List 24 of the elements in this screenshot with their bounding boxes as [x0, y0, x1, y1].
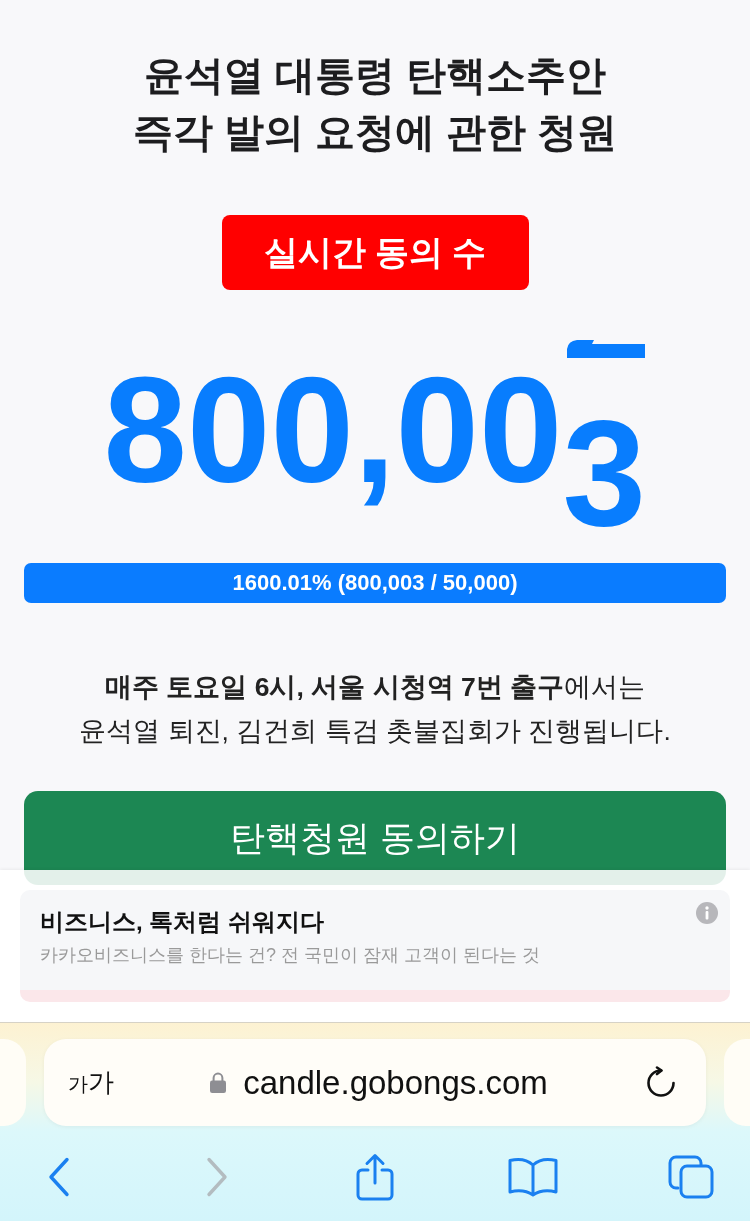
agreement-count: 800,00 [103, 355, 563, 505]
chevron-right-icon [206, 1157, 228, 1197]
info-icon[interactable] [696, 902, 718, 924]
open-book-icon [508, 1157, 558, 1197]
address-bar[interactable]: 가가 candle.gobongs.com [44, 1039, 706, 1126]
overlapping-squares-icon [668, 1155, 714, 1199]
progress-label: 1600.01% (800,003 / 50,000) [232, 570, 518, 596]
ad-title: 비즈니스, 톡처럼 쉬워지다 [40, 907, 324, 937]
live-count-label: 실시간 동의 수 [221, 215, 529, 290]
ad-text: 카카오비즈니스를 한다는 건? 전 국민이 잠재 고객이 된다는 것 [40, 944, 541, 967]
url-text: candle.gobongs.com [243, 1063, 548, 1102]
rolling-digit: 3 [562, 408, 647, 538]
rally-notice: 매주 토요일 6시, 서울 시청역 7번 출구에서는 윤석열 퇴진, 김건희 특검 촛불집회가 진행됩니다. [79, 671, 671, 748]
text-size-button[interactable]: 가가 [68, 1065, 114, 1100]
bookmarks-button[interactable] [508, 1157, 558, 1197]
reload-button[interactable] [644, 1065, 678, 1100]
chevron-left-icon [48, 1157, 70, 1197]
share-button[interactable] [356, 1153, 394, 1201]
petition-title: 윤석열 대통령 탄핵소추안 즉각 발의 요청에 관한 청원 [132, 52, 618, 156]
reload-icon [644, 1065, 678, 1100]
ad-card[interactable]: 비즈니스, 톡처럼 쉬워지다 카카오비즈니스를 한다는 건? 전 국민이 잠재 고객이 된다는 것 [20, 890, 730, 1002]
share-icon [356, 1153, 394, 1201]
back-button[interactable] [48, 1157, 70, 1197]
tabs-button[interactable] [668, 1155, 714, 1199]
